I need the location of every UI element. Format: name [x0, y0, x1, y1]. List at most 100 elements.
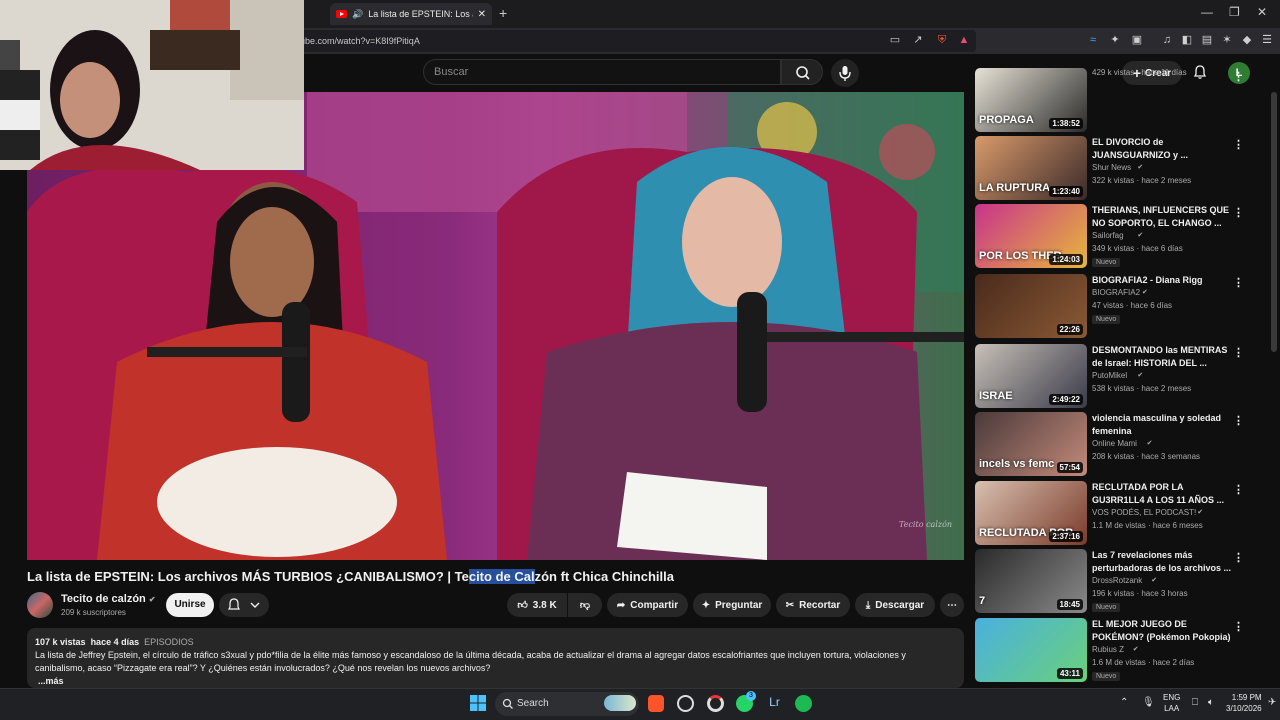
volume-icon[interactable]: 🔈︎	[1208, 697, 1214, 708]
recommendation-channel[interactable]: DrossRotzank	[1092, 576, 1142, 585]
search-input[interactable]: Buscar	[423, 59, 781, 85]
recommendation-title[interactable]: DESMONTANDO las MENTIRAS de Israel: HIST…	[1092, 344, 1232, 370]
more-options-icon[interactable]: ⋮	[1233, 620, 1244, 633]
ask-button[interactable]: ✦ Preguntar	[693, 593, 771, 617]
more-options-icon[interactable]: ⋮	[1233, 206, 1244, 219]
scrollbar[interactable]	[1271, 92, 1277, 352]
media-icon[interactable]: ♫	[1160, 33, 1174, 47]
recommendation-title[interactable]: EL MEJOR JUEGO DE POKÉMON? (Pokémon Poko…	[1092, 618, 1232, 644]
like-button[interactable]: 👍︎ 3.8 K	[507, 593, 567, 617]
recommendation-channel[interactable]: Rubius Z	[1092, 645, 1124, 654]
close-window-icon[interactable]: ✕	[1257, 5, 1267, 19]
brave-rewards-icon[interactable]: ▲	[957, 33, 971, 47]
spotify-icon[interactable]	[795, 695, 812, 712]
screenshot-icon[interactable]: ▣	[1130, 33, 1144, 47]
recommendation-title[interactable]: EL DIVORCIO de JUANSGUARNIZO y ...	[1092, 136, 1232, 162]
restore-icon[interactable]: ❐	[1229, 5, 1240, 19]
leo-ai-icon[interactable]: ✶	[1220, 33, 1234, 47]
recommendation-item[interactable]: incels vs femc 57:54 violencia masculina y…	[975, 412, 1265, 476]
lightroom-icon[interactable]: Lr	[766, 695, 783, 712]
notification-badge: 3	[746, 691, 756, 701]
channel-name[interactable]: Tecito de calzón ✔	[61, 593, 156, 605]
windows-start-icon[interactable]	[470, 695, 486, 711]
dislike-button[interactable]: 👎︎	[568, 593, 602, 617]
recommendation-title[interactable]: THERIANS, INFLUENCERS QUE NO SOPORTO, EL…	[1092, 204, 1232, 230]
close-tab-icon[interactable]: ✕	[478, 9, 486, 20]
recommendation-meta: 47 vistas · hace 6 días	[1092, 301, 1173, 310]
video-thumbnail[interactable]: 22:26	[975, 274, 1087, 338]
recommendation-channel[interactable]: Sailorfag	[1092, 231, 1124, 240]
extensions-icon[interactable]: ✦	[1108, 33, 1122, 47]
browser-tab[interactable]: 🔊 La lista de EPSTEIN: Los archivos ✕	[330, 3, 492, 25]
recommendation-title[interactable]: Las 7 revelaciones más perturbadoras de …	[1092, 549, 1232, 575]
join-button[interactable]: Unirse	[166, 593, 214, 617]
description-box[interactable]: 107 k vistas hace 4 días EPISODIOS La li…	[27, 628, 964, 688]
more-options-icon[interactable]: ⋮	[1233, 414, 1244, 427]
hashtag-link[interactable]: EPISODIOS	[144, 637, 194, 647]
more-actions-button[interactable]: ⋯	[940, 593, 964, 617]
cast-icon[interactable]: ▭	[888, 33, 902, 47]
notification-center-icon[interactable]: ✈	[1268, 697, 1276, 708]
more-options-icon[interactable]: ⋮	[1233, 483, 1244, 496]
recommendation-channel[interactable]: Online Mami	[1092, 439, 1137, 448]
video-thumbnail[interactable]: incels vs femc 57:54	[975, 412, 1087, 476]
recommendation-item[interactable]: RECLUTADA POR 2:37:16 RECLUTADA POR LA GU3…	[975, 481, 1265, 545]
recommendation-item[interactable]: 43:11 EL MEJOR JUEGO DE POKÉMON? (Pokémon…	[975, 618, 1265, 682]
tray-chevron-icon[interactable]: ⌃	[1120, 697, 1128, 708]
system-clock[interactable]: 1:59 PM 3/10/2026	[1226, 692, 1262, 714]
speaker-icon[interactable]: 🔊	[352, 9, 363, 20]
brave-shield-icon[interactable]: ⛨	[935, 33, 949, 47]
brave-browser-icon[interactable]	[648, 695, 664, 712]
voice-search-button[interactable]	[831, 59, 859, 87]
more-options-icon[interactable]: ⋮	[1233, 138, 1244, 151]
video-thumbnail[interactable]: ISRAE 2:49:22	[975, 344, 1087, 408]
share-page-icon[interactable]: ↗	[911, 33, 925, 47]
more-options-icon[interactable]: ⋮	[1233, 70, 1244, 83]
more-options-icon[interactable]: ⋮	[1233, 276, 1244, 289]
app-icon[interactable]	[707, 695, 724, 712]
video-thumbnail[interactable]: 7 18:45	[975, 549, 1087, 613]
tray-mic-icon[interactable]: 🎙︎	[1142, 697, 1155, 708]
channel-avatar[interactable]	[27, 592, 53, 618]
show-more-link[interactable]: ...más	[35, 675, 956, 688]
tab-title: La lista de EPSTEIN: Los archivos	[368, 9, 472, 19]
search-button[interactable]	[781, 59, 823, 85]
more-options-icon[interactable]: ⋮	[1233, 346, 1244, 359]
audio-wave-icon[interactable]: ≈	[1086, 33, 1100, 47]
subscribe-notifications-button[interactable]	[219, 593, 269, 617]
recommendation-title[interactable]: RECLUTADA POR LA GU3RR1LL4 A LOS 11 AÑOS…	[1092, 481, 1232, 507]
clip-button[interactable]: ✂ Recortar	[776, 593, 850, 617]
video-thumbnail[interactable]: PROPAGA 1:38:52	[975, 68, 1087, 132]
recommendation-channel[interactable]: BIOGRAFIA2	[1092, 288, 1140, 297]
video-thumbnail[interactable]: LA RUPTURA 1:23:40	[975, 136, 1087, 200]
search-icon	[796, 66, 810, 80]
recommendation-item[interactable]: ISRAE 2:49:22 DESMONTANDO las MENTIRAS de …	[975, 344, 1265, 408]
vpn-icon[interactable]: ◆	[1240, 33, 1254, 47]
wallet-icon[interactable]: ▤	[1200, 33, 1214, 47]
more-options-icon[interactable]: ⋮	[1233, 551, 1244, 564]
recommendation-channel[interactable]: PutoMikel	[1092, 371, 1127, 380]
network-icon[interactable]: ⎕	[1192, 697, 1198, 708]
minimize-icon[interactable]: —	[1201, 5, 1213, 19]
video-thumbnail[interactable]: RECLUTADA POR 2:37:16	[975, 481, 1087, 545]
recommendation-channel[interactable]: VOS PODÉS, EL PODCAST!	[1092, 508, 1196, 517]
recommendation-item[interactable]: 7 18:45 Las 7 revelaciones más perturbador…	[975, 549, 1265, 613]
recommendation-title[interactable]: BIOGRAFIA2 - Diana Rigg	[1092, 274, 1232, 287]
new-tab-button[interactable]: +	[499, 5, 507, 21]
share-button[interactable]: ➦ Compartir	[607, 593, 688, 617]
recommendation-item[interactable]: PROPAGA 1:38:52 429 k vistas · hace 11 día…	[975, 68, 1265, 132]
menu-icon[interactable]: ☰	[1260, 33, 1274, 47]
sidebar-icon[interactable]: ◧	[1180, 33, 1194, 47]
chatgpt-icon[interactable]	[677, 695, 694, 712]
recommendation-item[interactable]: LA RUPTURA 1:23:40 EL DIVORCIO de JUANSGUA…	[975, 136, 1265, 200]
video-thumbnail[interactable]: POR LOS THER 1:24:03	[975, 204, 1087, 268]
recommendation-item[interactable]: 22:26 BIOGRAFIA2 - Diana Rigg BIOGRAFIA2 47…	[975, 274, 1265, 338]
recommendation-item[interactable]: POR LOS THER 1:24:03 THERIANS, INFLUENCERS…	[975, 204, 1265, 268]
download-button[interactable]: ⤓ Descargar	[855, 593, 935, 617]
clock-time: 1:59 PM	[1231, 693, 1262, 702]
language-indicator[interactable]: ENG LAA	[1163, 692, 1180, 714]
recommendation-channel[interactable]: Shur News	[1092, 163, 1131, 172]
verified-icon: ✔	[1137, 164, 1144, 171]
recommendation-title[interactable]: violencia masculina y soledad femenina	[1092, 412, 1232, 438]
video-thumbnail[interactable]: 43:11	[975, 618, 1087, 682]
